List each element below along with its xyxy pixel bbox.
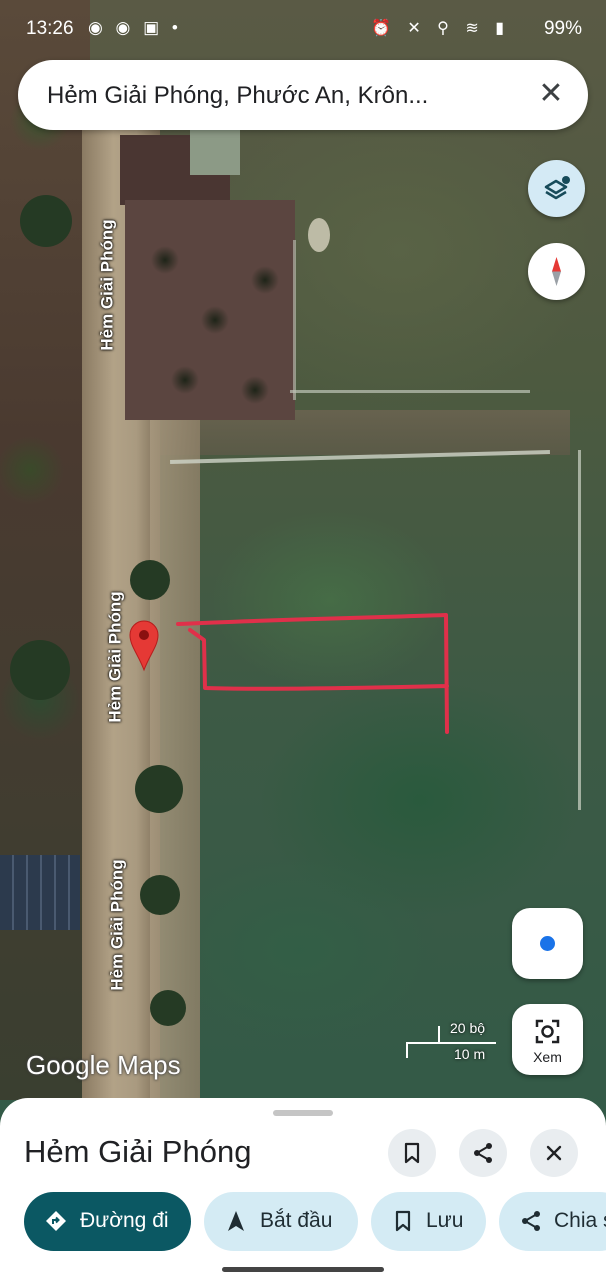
share-chip-button[interactable]: Chia s [499, 1192, 606, 1251]
scale-bar [406, 1042, 496, 1044]
layers-icon [544, 176, 570, 200]
satellite-map[interactable]: Hẻm Giải Phóng Hẻm Giải Phóng Hẻm Giải P… [0, 0, 606, 1280]
navigation-arrow-icon [228, 1211, 244, 1231]
place-title: Hẻm Giải Phóng [24, 1134, 252, 1169]
google-maps-logo: Google Maps [26, 1050, 181, 1080]
status-bar: 13:26 ◉ ◉ ▣ • ⏰ ✕ ⚲ ≋ ▮ 99% [0, 0, 606, 58]
location-pin-icon[interactable] [128, 618, 160, 672]
directions-button[interactable]: Đường đi [24, 1192, 191, 1251]
camera-lens-icon [535, 1019, 560, 1044]
my-location-button[interactable] [512, 908, 583, 979]
map-scale: 20 bộ 10 m [404, 1018, 504, 1068]
scale-feet: 20 bộ [450, 1020, 486, 1036]
close-icon[interactable]: ✕ [534, 77, 568, 111]
compass-icon [552, 257, 561, 286]
lens-view-button[interactable]: Xem [512, 1004, 583, 1075]
directions-label: Đường đi [80, 1209, 169, 1232]
system-icons: ⏰ ✕ ⚲ ≋ ▮ [370, 20, 510, 37]
save-bookmark-button[interactable] [388, 1129, 436, 1177]
close-icon [546, 1145, 562, 1161]
search-bar[interactable]: Hẻm Giải Phóng, Phước An, Krôn... ✕ [18, 60, 588, 130]
my-location-icon [540, 936, 555, 951]
bookmark-icon [395, 1210, 411, 1232]
notification-icons: ◉ ◉ ▣ • [88, 18, 182, 37]
layers-button[interactable] [528, 160, 585, 217]
battery-level: 99% [543, 18, 582, 39]
share-label: Chia s [554, 1209, 606, 1232]
scale-tick [406, 1042, 408, 1058]
close-sheet-button[interactable] [530, 1129, 578, 1177]
directions-icon [46, 1211, 66, 1231]
start-navigation-button[interactable]: Bắt đầu [204, 1192, 358, 1251]
search-query[interactable]: Hẻm Giải Phóng, Phước An, Krôn... [47, 82, 428, 110]
save-label: Lưu [426, 1209, 464, 1232]
place-bottom-sheet[interactable]: Hẻm Giải Phóng Đường đi Bắt đầu Lưu Chia [0, 1098, 606, 1280]
save-button[interactable]: Lưu [371, 1192, 486, 1251]
gesture-nav-bar[interactable] [222, 1267, 384, 1272]
share-icon [474, 1143, 492, 1163]
drag-handle[interactable] [273, 1110, 333, 1116]
lens-label: Xem [533, 1049, 562, 1065]
start-label: Bắt đầu [260, 1209, 333, 1232]
bookmark-icon [404, 1142, 420, 1164]
status-time: 13:26 [26, 18, 74, 39]
scale-meters: 10 m [454, 1046, 486, 1062]
share-icon [522, 1211, 540, 1231]
share-button[interactable] [459, 1129, 507, 1177]
red-drawn-outline [176, 613, 449, 734]
compass-button[interactable] [528, 243, 585, 300]
scale-tick [438, 1026, 440, 1042]
